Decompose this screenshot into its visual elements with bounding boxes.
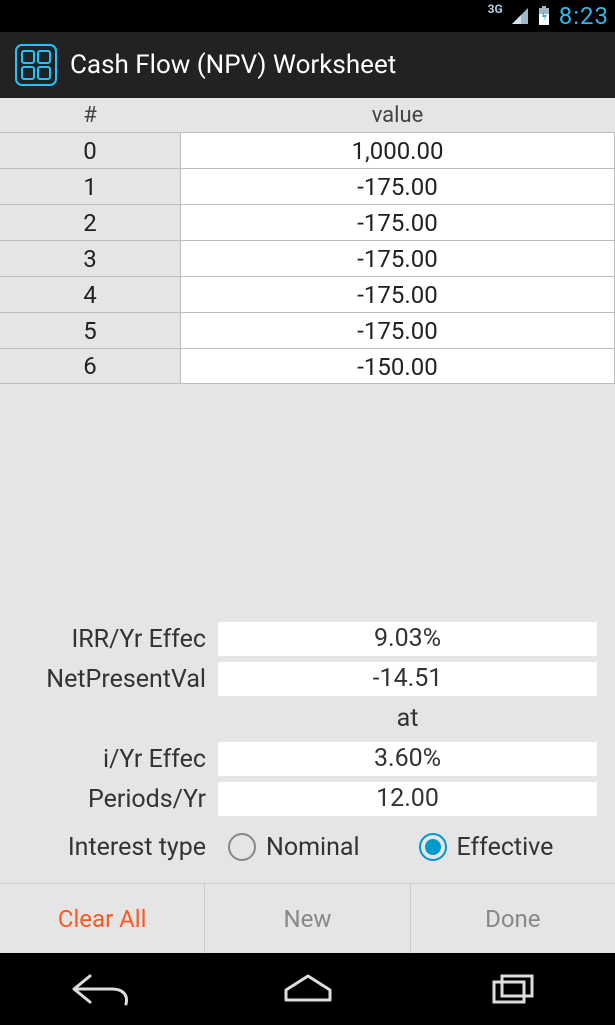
row-value[interactable]: -175.00	[180, 241, 615, 276]
row-value[interactable]: -175.00	[180, 169, 615, 204]
network-3g-label: 3G	[488, 2, 503, 16]
radio-effective[interactable]: Effective	[419, 833, 598, 862]
table-row[interactable]: 4-175.00	[0, 276, 615, 312]
header-value: value	[180, 103, 615, 128]
back-button[interactable]	[53, 965, 153, 1013]
row-value[interactable]: -175.00	[180, 205, 615, 240]
radio-nominal[interactable]: Nominal	[228, 833, 407, 862]
recent-apps-button[interactable]	[463, 965, 563, 1013]
row-value[interactable]: 1,000.00	[180, 133, 615, 168]
radio-icon	[419, 833, 447, 861]
irr-value[interactable]: 9.03%	[218, 622, 597, 656]
table-row[interactable]: 5-175.00	[0, 312, 615, 348]
radio-nominal-label: Nominal	[266, 833, 360, 862]
nav-bar	[0, 953, 615, 1025]
app-bar: Cash Flow (NPV) Worksheet	[0, 32, 615, 98]
header-index: #	[0, 103, 180, 128]
at-label: at	[218, 702, 597, 736]
row-value[interactable]: -175.00	[180, 277, 615, 312]
row-index: 3	[0, 245, 180, 273]
periods-value[interactable]: 12.00	[218, 782, 597, 816]
signal-icon	[511, 7, 529, 25]
status-time: 8:23	[559, 2, 609, 30]
page-title: Cash Flow (NPV) Worksheet	[70, 50, 396, 80]
row-value[interactable]: -150.00	[180, 349, 615, 383]
home-button[interactable]	[258, 965, 358, 1013]
table-row[interactable]: 3-175.00	[0, 240, 615, 276]
table-row[interactable]: 1-175.00	[0, 168, 615, 204]
row-index: 5	[0, 317, 180, 345]
row-index: 4	[0, 281, 180, 309]
row-value[interactable]: -175.00	[180, 313, 615, 348]
clear-all-button[interactable]: Clear All	[0, 884, 204, 953]
npv-value[interactable]: -14.51	[218, 662, 597, 696]
status-bar: 3G 8:23	[0, 0, 615, 32]
row-index: 1	[0, 173, 180, 201]
table-row[interactable]: 6-150.00	[0, 348, 615, 384]
cashflow-table: # value 01,000.001-175.002-175.003-175.0…	[0, 98, 615, 384]
irr-label: IRR/Yr Effec	[18, 625, 218, 654]
rate-value[interactable]: 3.60%	[218, 742, 597, 776]
new-button[interactable]: New	[205, 884, 409, 953]
table-header: # value	[0, 98, 615, 132]
row-index: 0	[0, 137, 180, 165]
row-index: 2	[0, 209, 180, 237]
table-row[interactable]: 2-175.00	[0, 204, 615, 240]
table-row[interactable]: 01,000.00	[0, 132, 615, 168]
interest-type-label: Interest type	[18, 833, 218, 862]
rate-label: i/Yr Effec	[18, 745, 218, 774]
done-button[interactable]: Done	[411, 884, 615, 953]
radio-effective-label: Effective	[457, 833, 554, 862]
action-bar: Clear All New Done	[0, 883, 615, 953]
app-icon	[14, 43, 58, 87]
radio-icon	[228, 833, 256, 861]
battery-icon	[537, 6, 551, 26]
npv-label: NetPresentVal	[18, 665, 218, 694]
periods-label: Periods/Yr	[18, 785, 218, 814]
results-panel: IRR/Yr Effec 9.03% NetPresentVal -14.51 …	[0, 611, 615, 883]
row-index: 6	[0, 352, 180, 380]
